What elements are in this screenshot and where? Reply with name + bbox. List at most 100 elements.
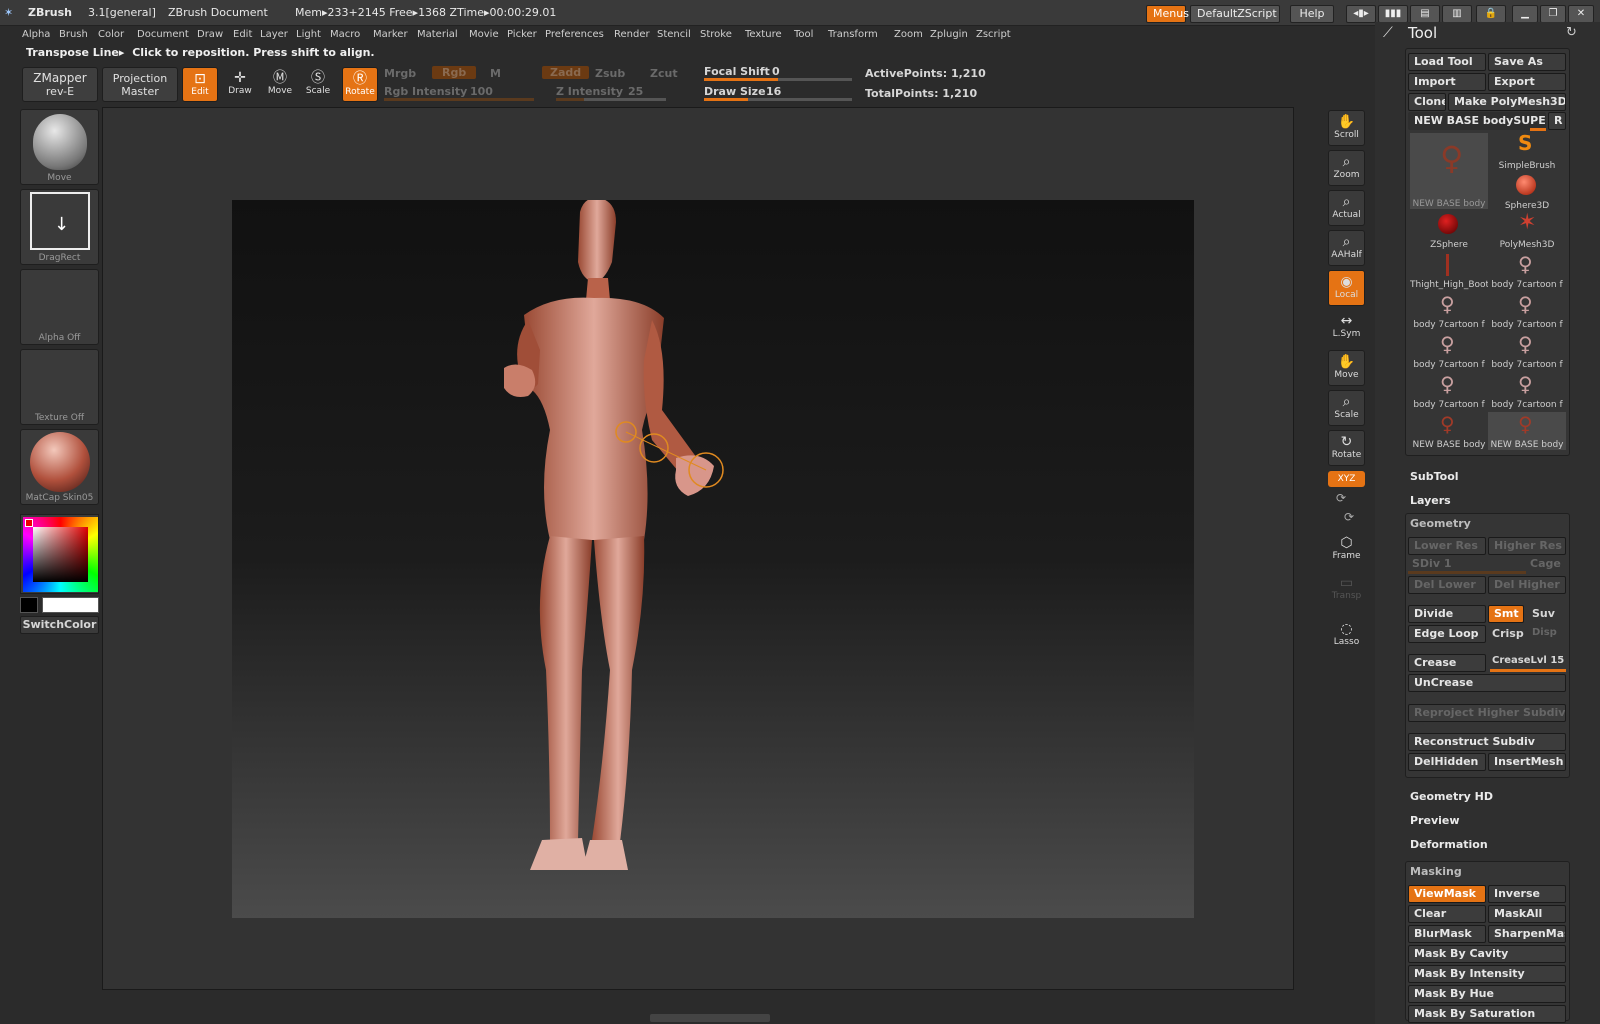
focal-shift-slider[interactable]	[704, 78, 852, 81]
crisp-toggle[interactable]: Crisp	[1492, 627, 1524, 640]
zmapper-button[interactable]: ZMapper rev-E	[22, 67, 98, 102]
menu-preferences[interactable]: Preferences	[545, 29, 604, 40]
layers-section-header[interactable]: Layers	[1410, 494, 1451, 507]
tool-thumb-body-cartoon-3[interactable]: ♀ body 7cartoon f	[1488, 292, 1566, 330]
geometry-hd-section-header[interactable]: Geometry HD	[1410, 790, 1493, 803]
document-viewport[interactable]	[232, 197, 1194, 918]
reset-icon[interactable]: ↻	[1566, 25, 1577, 40]
crease-button[interactable]: Crease	[1408, 654, 1486, 672]
tool-thumb-body-cartoon-2[interactable]: ♀ body 7cartoon f	[1410, 292, 1488, 330]
lasso-button[interactable]: ◌ Lasso	[1328, 618, 1365, 654]
edit-button[interactable]: ⊡ Edit	[182, 67, 218, 102]
tool-thumb-polymesh3d[interactable]: ✶ PolyMesh3D	[1488, 210, 1566, 250]
zoom-button[interactable]: ⌕ Zoom	[1328, 150, 1365, 186]
minimize-icon[interactable]: ▁	[1512, 5, 1538, 23]
geometry-section-header[interactable]: Geometry	[1410, 517, 1471, 530]
menu-tool[interactable]: Tool	[794, 29, 813, 40]
inverse-button[interactable]: Inverse	[1488, 885, 1566, 903]
rotate-nav-button[interactable]: ↻ Rotate	[1328, 430, 1365, 466]
lock-icon[interactable]: 🔒	[1476, 5, 1506, 23]
draw-button[interactable]: ✛ Draw	[222, 67, 258, 102]
deformation-section-header[interactable]: Deformation	[1410, 838, 1488, 851]
del-lower-button[interactable]: Del Lower	[1408, 576, 1486, 594]
default-zscript-button[interactable]: DefaultZScript	[1190, 5, 1280, 23]
menu-edit[interactable]: Edit	[233, 29, 252, 40]
save-as-button[interactable]: Save As	[1488, 53, 1566, 71]
alpha-slot[interactable]: Alpha Off	[20, 269, 99, 345]
menu-draw[interactable]: Draw	[197, 29, 223, 40]
draw-size-slider[interactable]	[704, 98, 852, 101]
bottom-tray-handle[interactable]	[650, 1014, 770, 1022]
menu-layer[interactable]: Layer	[260, 29, 288, 40]
uncrease-button[interactable]: UnCrease	[1408, 674, 1566, 692]
make-polymesh-button[interactable]: Make PolyMesh3D	[1448, 93, 1566, 111]
rgb-intensity-slider[interactable]	[384, 98, 534, 101]
tool-thumb-simplebrush[interactable]: S SimpleBrush	[1488, 131, 1566, 171]
figure-model[interactable]	[232, 197, 1194, 918]
preview-section-header[interactable]: Preview	[1410, 814, 1460, 827]
mask-by-saturation-button[interactable]: Mask By Saturation	[1408, 1005, 1566, 1023]
rotate-y-icon[interactable]: ⟳	[1336, 491, 1346, 505]
tool-thumb-body-cartoon-4[interactable]: ♀ body 7cartoon f	[1410, 332, 1488, 370]
scale-button[interactable]: Ⓢ Scale	[300, 67, 336, 102]
close-icon[interactable]: ✕	[1568, 5, 1594, 23]
menu-movie[interactable]: Movie	[469, 29, 499, 40]
stroke-slot[interactable]: ↓ DragRect	[20, 189, 99, 265]
higher-res-button[interactable]: Higher Res	[1488, 537, 1566, 555]
menu-alpha[interactable]: Alpha	[22, 29, 50, 40]
aahalf-button[interactable]: ⌕ AAHalf	[1328, 230, 1365, 266]
viewmask-toggle[interactable]: ViewMask	[1408, 885, 1486, 903]
suv-toggle[interactable]: Suv	[1532, 607, 1555, 620]
tool-thumb-thigh-high-boot[interactable]: Thight_High_Boot	[1410, 252, 1488, 290]
sdiv-slider[interactable]	[1408, 571, 1526, 574]
tool-thumb-body-cartoon-7[interactable]: ♀ body 7cartoon f	[1488, 372, 1566, 410]
local-button[interactable]: ◉ Local	[1328, 270, 1365, 306]
color-picker[interactable]	[20, 514, 99, 594]
expand-panels-icon[interactable]: ▮▮▮	[1378, 5, 1408, 23]
tool-thumb-new-base-body-3[interactable]: ♀ NEW BASE body	[1488, 412, 1566, 450]
menu-brush[interactable]: Brush	[59, 29, 88, 40]
transp-button[interactable]: ▭ Transp	[1328, 572, 1365, 608]
frame-button[interactable]: ⬡ Frame	[1328, 532, 1365, 568]
menu-material[interactable]: Material	[417, 29, 458, 40]
tool-thumb-zsphere[interactable]: ZSphere	[1410, 212, 1488, 250]
restore-icon[interactable]: ❐	[1540, 5, 1566, 23]
menu-zplugin[interactable]: Zplugin	[930, 29, 968, 40]
rgb-toggle[interactable]: Rgb	[432, 66, 477, 79]
menu-document[interactable]: Document	[137, 29, 189, 40]
m-toggle[interactable]: M	[490, 67, 501, 80]
menu-texture[interactable]: Texture	[745, 29, 782, 40]
mask-by-intensity-button[interactable]: Mask By Intensity	[1408, 965, 1566, 983]
menu-light[interactable]: Light	[296, 29, 321, 40]
menu-transform[interactable]: Transform	[828, 29, 878, 40]
tool-thumb-sphere3d[interactable]: Sphere3D	[1488, 173, 1566, 211]
clone-button[interactable]: Clone	[1408, 93, 1446, 111]
lsym-button[interactable]: ↔ L.Sym	[1328, 310, 1365, 346]
maskall-button[interactable]: MaskAll	[1488, 905, 1566, 923]
edge-loop-button[interactable]: Edge Loop	[1408, 625, 1486, 643]
scroll-button[interactable]: ✋ Scroll	[1328, 110, 1365, 146]
insertmesh-button[interactable]: InsertMesh	[1488, 753, 1566, 771]
help-button[interactable]: Help	[1290, 5, 1334, 23]
z-intensity-slider[interactable]	[556, 98, 666, 101]
tool-thumb-new-base-body-2[interactable]: ♀ NEW BASE body	[1410, 412, 1488, 450]
main-color-swatch[interactable]	[42, 597, 99, 613]
creaselvl-track[interactable]	[1490, 669, 1566, 672]
menu-zscript[interactable]: Zscript	[976, 29, 1011, 40]
layout-left-icon[interactable]: ▤	[1410, 5, 1440, 23]
cage-button[interactable]: Cage	[1530, 557, 1561, 570]
blurmask-button[interactable]: BlurMask	[1408, 925, 1486, 943]
zcut-toggle[interactable]: Zcut	[650, 67, 678, 80]
menu-picker[interactable]: Picker	[507, 29, 537, 40]
menu-color[interactable]: Color	[98, 29, 124, 40]
palette-pin-icon[interactable]: ⟋	[1383, 25, 1393, 41]
tool-thumb-body-cartoon-1[interactable]: ♀ body 7cartoon f	[1488, 252, 1566, 290]
menu-zoom[interactable]: Zoom	[894, 29, 923, 40]
tool-thumb-body-cartoon-5[interactable]: ♀ body 7cartoon f	[1488, 332, 1566, 370]
menu-macro[interactable]: Macro	[330, 29, 360, 40]
load-tool-button[interactable]: Load Tool	[1408, 53, 1486, 71]
brush-slot[interactable]: Move	[20, 109, 99, 185]
texture-slot[interactable]: Texture Off	[20, 349, 99, 425]
material-slot[interactable]: MatCap Skin05	[20, 429, 99, 505]
divide-button[interactable]: Divide	[1408, 605, 1486, 623]
